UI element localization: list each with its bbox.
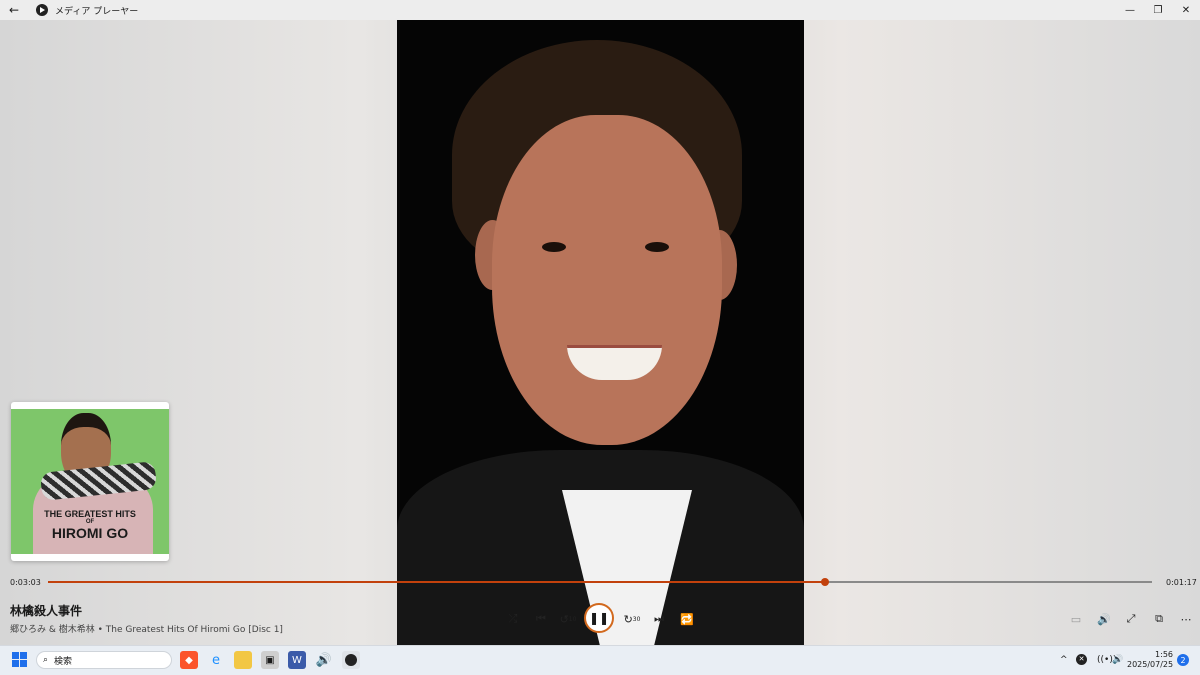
windows-start-icon[interactable] xyxy=(11,651,29,669)
subtitles-icon[interactable]: ▭ xyxy=(1067,610,1085,628)
speaker-app-icon[interactable]: 🔊 xyxy=(315,651,333,669)
repeat-off-icon[interactable]: 🔁 xyxy=(678,610,696,628)
search-placeholder: 検索 xyxy=(54,656,73,667)
taskbar-search-box[interactable]: ⌕ 検索 xyxy=(36,651,172,669)
close-icon[interactable]: ✕ xyxy=(1172,0,1200,20)
skip-back-icon[interactable]: ↺ 10 xyxy=(559,610,577,628)
notification-badge[interactable]: 2 xyxy=(1177,654,1189,666)
skip-forward-icon[interactable]: ↻ 30 xyxy=(623,610,641,628)
previous-track-icon[interactable]: ⏮ xyxy=(532,610,550,628)
edge-browser-icon[interactable]: e xyxy=(207,651,225,669)
file-explorer-icon[interactable] xyxy=(234,651,252,669)
show-hidden-icons-icon[interactable]: ^ xyxy=(1060,655,1068,665)
word-app-icon[interactable]: W xyxy=(288,651,306,669)
next-track-icon[interactable]: ⏭ xyxy=(650,610,668,628)
shuffle-icon[interactable]: ⤮ xyxy=(504,610,522,628)
photos-app-icon[interactable]: ▣ xyxy=(261,651,279,669)
elapsed-time: 0:03:03 xyxy=(10,578,41,587)
track-info: 林檎殺人事件 郷ひろみ & 樹木希林 • The Greatest Hits O… xyxy=(10,602,283,635)
pause-icon: ❚❚ xyxy=(588,611,610,625)
album-art-title-line1: THE GREATEST HITS xyxy=(44,509,136,519)
seek-bar-fill xyxy=(48,581,826,583)
back-icon[interactable]: ← xyxy=(0,3,28,17)
title-bar: ← メディア プレーヤー — ❐ ✕ xyxy=(0,0,1200,20)
media-player-app-icon xyxy=(36,4,48,16)
clock-time: 1:56 xyxy=(1155,650,1173,659)
tray-app-icon[interactable]: ✕ xyxy=(1076,654,1087,665)
track-artist-album: 郷ひろみ & 樹木希林 • The Greatest Hits Of Hirom… xyxy=(10,625,283,635)
restore-icon[interactable]: ❐ xyxy=(1144,0,1172,20)
track-title: 林檎殺人事件 xyxy=(10,604,83,618)
fullscreen-icon[interactable]: ⤢ xyxy=(1122,610,1140,628)
minimize-icon[interactable]: — xyxy=(1116,0,1144,20)
volume-icon[interactable]: 🔊 xyxy=(1095,610,1113,628)
media-player-taskbar-icon[interactable] xyxy=(342,651,360,669)
window-controls: — ❐ ✕ xyxy=(1116,0,1200,20)
search-icon: ⌕ xyxy=(43,655,49,665)
pause-button[interactable]: ❚❚ xyxy=(584,603,614,633)
album-art-title-line3: HIROMI GO xyxy=(51,525,129,541)
window-title: メディア プレーヤー xyxy=(55,6,139,17)
album-art-thumbnail[interactable]: THE GREATEST HITS OF HIROMI GO xyxy=(11,402,169,561)
skip-back-label: 10 xyxy=(568,615,577,623)
clock-date: 2025/07/25 xyxy=(1127,660,1174,669)
brave-browser-icon[interactable]: ◆ xyxy=(180,651,198,669)
more-options-icon[interactable]: ⋯ xyxy=(1177,610,1195,628)
volume-tray-icon[interactable]: 🔊 xyxy=(1112,655,1123,665)
remaining-time: 0:01:17 xyxy=(1166,578,1197,587)
artist-photo xyxy=(397,20,804,645)
taskbar-clock[interactable]: 1:56 2025/07/25 xyxy=(1127,650,1173,670)
video-stage[interactable]: THE GREATEST HITS OF HIROMI GO xyxy=(0,20,1200,645)
seek-bar[interactable] xyxy=(48,578,1152,586)
mini-player-icon[interactable]: ⧉ xyxy=(1150,610,1168,628)
skip-forward-label: 30 xyxy=(632,615,641,623)
